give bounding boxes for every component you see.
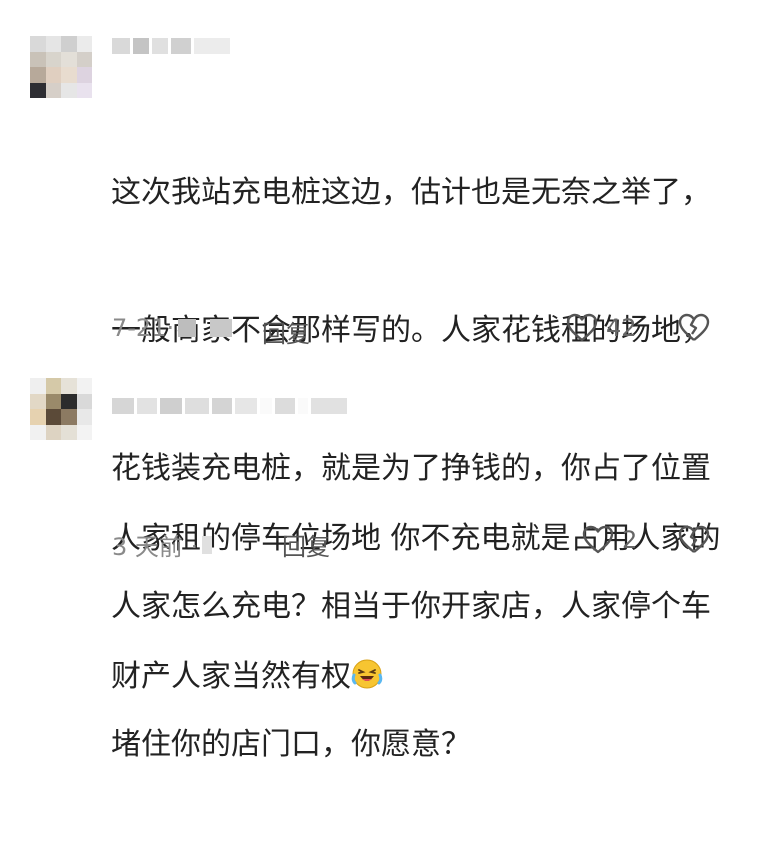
dislike-button[interactable] [678,313,710,347]
location-blurred [210,319,233,337]
reply-button[interactable]: 回复 [262,314,310,349]
reply-button[interactable]: 回复 [282,527,330,562]
like-count: 42 [606,314,637,342]
like-button[interactable]: 2 [582,525,637,555]
comment-text: 人家租的停车位场地 你不充电就是占用人家的 财产人家当然有权 [111,521,721,694]
location-blurred [178,319,197,337]
like-button[interactable]: 42 [566,313,637,343]
timestamp: 3 天前 · [112,533,199,561]
username-blurred[interactable] [112,38,230,54]
like-count: 2 [622,526,638,554]
location-blurred [202,535,213,554]
heart-outline-icon [566,313,598,342]
comment-meta: 3 天前 · [112,527,213,562]
avatar[interactable] [30,378,92,440]
comment-meta: 7-21· [112,314,233,342]
laughing-crying-emoji-icon [351,659,383,689]
heart-outline-icon [582,525,614,554]
timestamp: 7-21· [112,314,175,342]
heart-broken-icon [678,313,710,341]
dislike-button[interactable] [678,525,710,559]
avatar[interactable] [30,36,92,98]
heart-broken-icon [678,525,710,553]
username-blurred[interactable] [112,398,347,414]
